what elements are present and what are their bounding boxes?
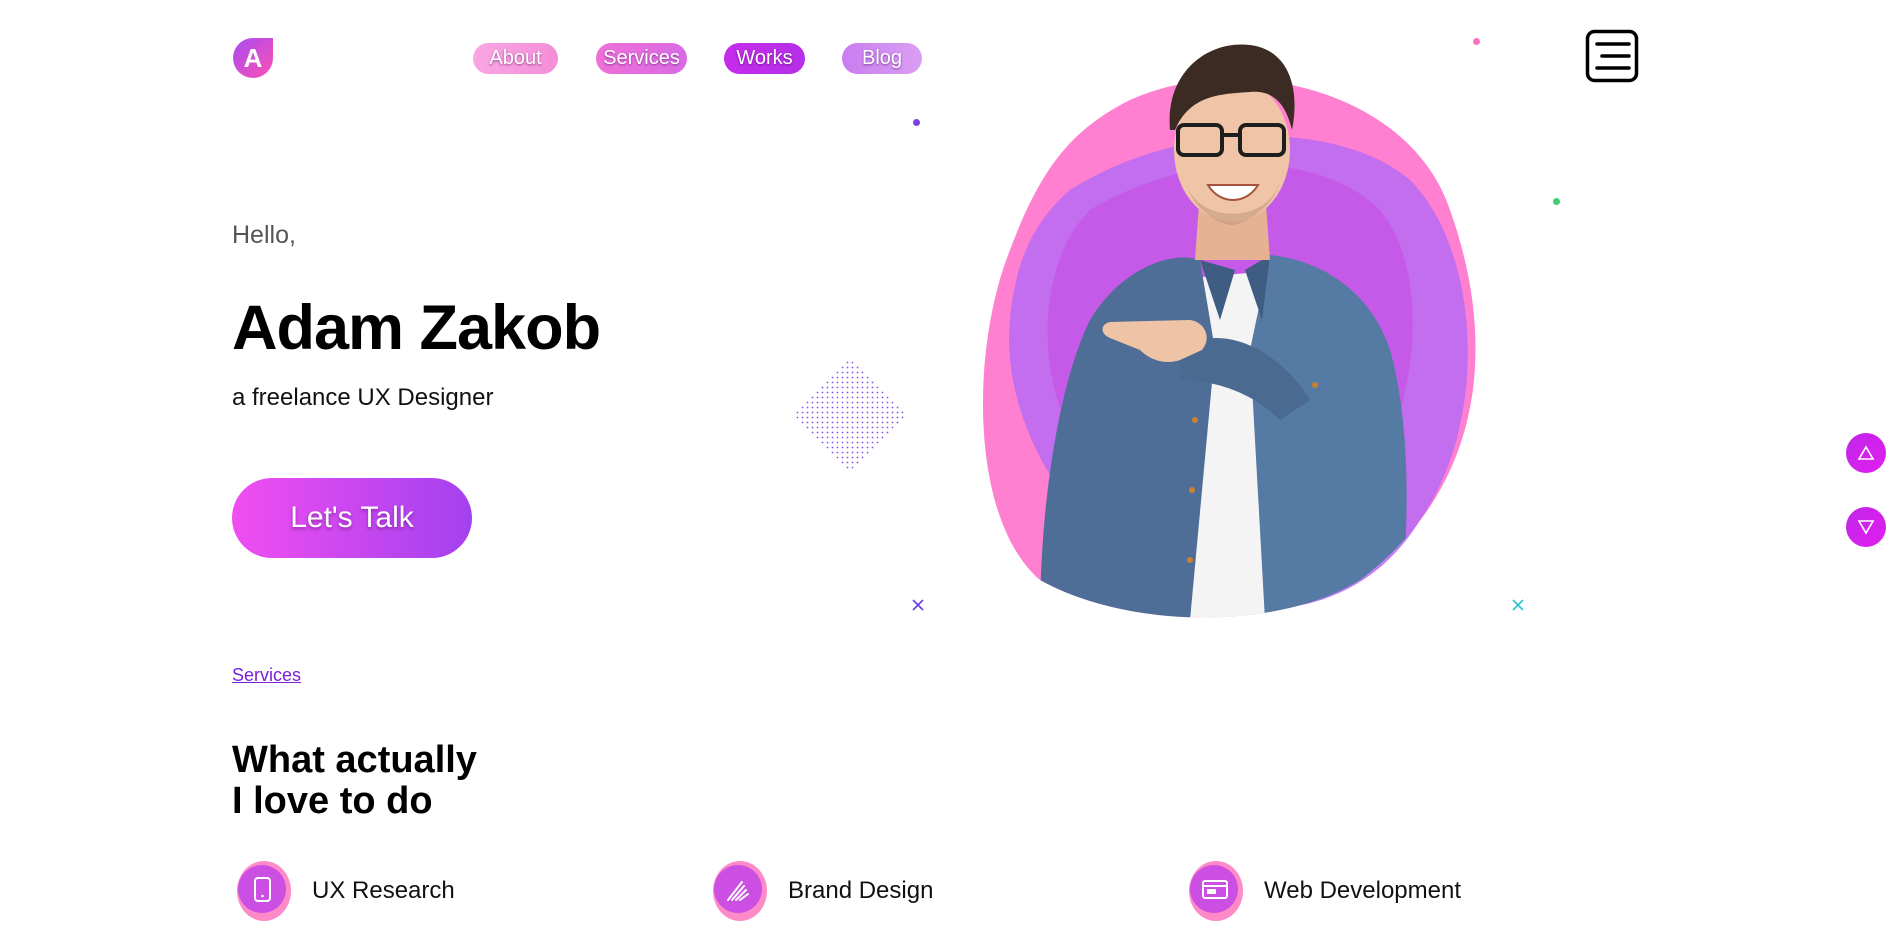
hero-greeting: Hello, — [232, 221, 296, 249]
service-label: Web Development — [1264, 877, 1461, 904]
decor-dot — [913, 119, 920, 126]
scroll-up-button[interactable] — [1846, 433, 1886, 473]
service-item-web-development[interactable]: Web Development — [1184, 860, 1461, 922]
triangle-up-icon — [1857, 445, 1875, 460]
nav-about[interactable]: About — [473, 43, 558, 74]
service-item-brand-design[interactable]: Brand Design — [708, 860, 933, 922]
service-item-ux-research[interactable]: UX Research — [232, 860, 455, 922]
hero-name: Adam Zakob — [232, 293, 601, 363]
services-heading-line2: I love to do — [232, 780, 433, 822]
decor-dot — [1553, 198, 1560, 205]
mobile-icon — [232, 860, 294, 922]
lets-talk-button[interactable]: Let's Talk — [232, 478, 472, 558]
dotted-diamond-decoration — [792, 357, 908, 473]
triangle-down-icon — [1857, 520, 1875, 535]
nav-works[interactable]: Works — [724, 43, 805, 74]
services-heading: What actually I love to do — [232, 740, 477, 822]
service-label: Brand Design — [788, 877, 934, 904]
browser-icon — [1184, 860, 1246, 922]
brand-icon — [708, 860, 770, 922]
hamburger-menu-icon — [1585, 29, 1639, 83]
nav-services[interactable]: Services — [596, 43, 687, 74]
logo-letter: A — [243, 42, 263, 73]
decor-cross-icon — [912, 599, 924, 611]
scroll-down-button[interactable] — [1846, 507, 1886, 547]
services-heading-line1: What actually — [232, 739, 477, 781]
brand-logo[interactable]: A — [232, 37, 274, 79]
services-link[interactable]: Services — [232, 665, 301, 686]
hero-portrait-image — [982, 44, 1476, 618]
menu-button[interactable] — [1585, 29, 1639, 83]
service-label: UX Research — [312, 877, 455, 904]
hero-subtitle: a freelance UX Designer — [232, 384, 494, 411]
nav-blog[interactable]: Blog — [842, 43, 922, 74]
